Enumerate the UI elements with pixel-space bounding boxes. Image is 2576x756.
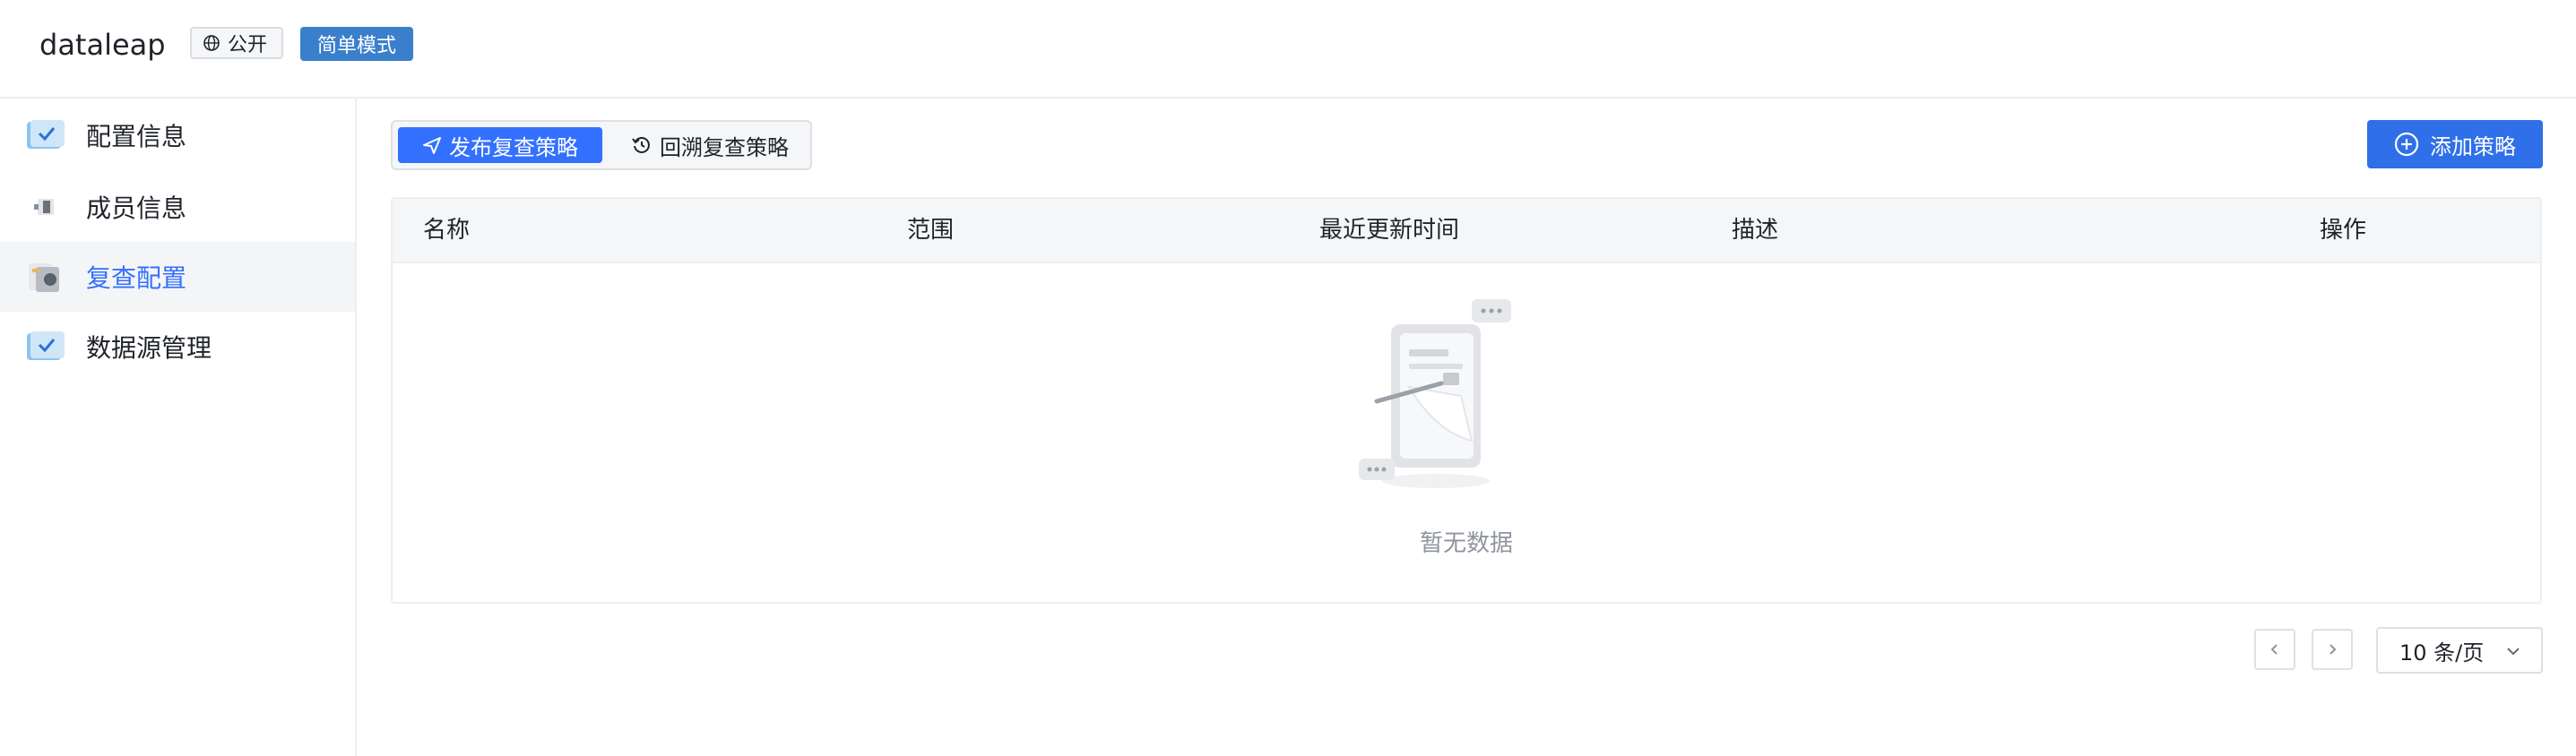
page-size-select[interactable]: 10 条/页	[2376, 627, 2543, 674]
sidebar-item-label: 复查配置	[86, 263, 187, 293]
public-tag: 公开	[190, 27, 283, 59]
chevron-left-icon	[2270, 644, 2278, 655]
app-title: dataleap	[39, 28, 166, 62]
strategy-tabs: 发布复查策略 回溯复查策略	[391, 120, 812, 170]
sidebar-item-review-config[interactable]: 复查配置	[0, 242, 355, 312]
sidebar-item-config[interactable]: 配置信息	[0, 100, 355, 170]
empty-state-icon	[1359, 299, 1511, 488]
chevron-right-icon	[2330, 644, 2337, 655]
top-header: dataleap 公开 简单模式	[0, 0, 2576, 99]
sidebar-item-members[interactable]: 成员信息	[0, 172, 355, 242]
sidebar-item-label: 配置信息	[86, 122, 187, 151]
sidebar-item-label: 数据源管理	[86, 333, 212, 363]
sidebar: 配置信息 成员信息 复查配置 数据源管理	[0, 99, 357, 756]
sidebar-item-label: 成员信息	[86, 193, 187, 223]
column-header-name: 名称	[423, 217, 471, 244]
review-config-icon	[29, 263, 59, 292]
strategy-table: 名称 范围 最近更新时间 描述 操作 暂无数据	[391, 197, 2542, 604]
globe-icon	[203, 35, 220, 51]
config-icon	[27, 120, 65, 149]
members-icon	[34, 199, 54, 215]
sidebar-item-datasource[interactable]: 数据源管理	[0, 312, 355, 382]
empty-state-text: 暂无数据	[1419, 530, 1513, 557]
next-page-button[interactable]	[2312, 629, 2353, 670]
datasource-icon	[27, 331, 65, 360]
tab-label: 回溯复查策略	[660, 134, 789, 160]
add-strategy-button[interactable]: 添加策略	[2367, 120, 2543, 168]
tab-publish-review-strategy[interactable]: 发布复查策略	[398, 127, 602, 163]
prev-page-button[interactable]	[2254, 629, 2295, 670]
history-icon	[632, 137, 650, 153]
tab-label: 发布复查策略	[449, 134, 578, 160]
public-tag-label: 公开	[228, 34, 268, 56]
mode-tag: 简单模式	[300, 27, 413, 61]
table-header: 名称 范围 最近更新时间 描述 操作	[393, 199, 2540, 263]
tab-backtrack-review-strategy[interactable]: 回溯复查策略	[620, 127, 800, 163]
column-header-scope: 范围	[907, 217, 955, 244]
chevron-down-icon	[2507, 648, 2520, 656]
column-header-description: 描述	[1732, 217, 1779, 244]
column-header-updated-time: 最近更新时间	[1319, 217, 1460, 244]
column-header-actions: 操作	[2320, 217, 2367, 244]
page-size-value: 10 条/页	[2399, 640, 2485, 666]
plus-circle-icon	[2394, 132, 2419, 157]
send-icon	[423, 137, 441, 154]
add-strategy-label: 添加策略	[2430, 133, 2516, 159]
